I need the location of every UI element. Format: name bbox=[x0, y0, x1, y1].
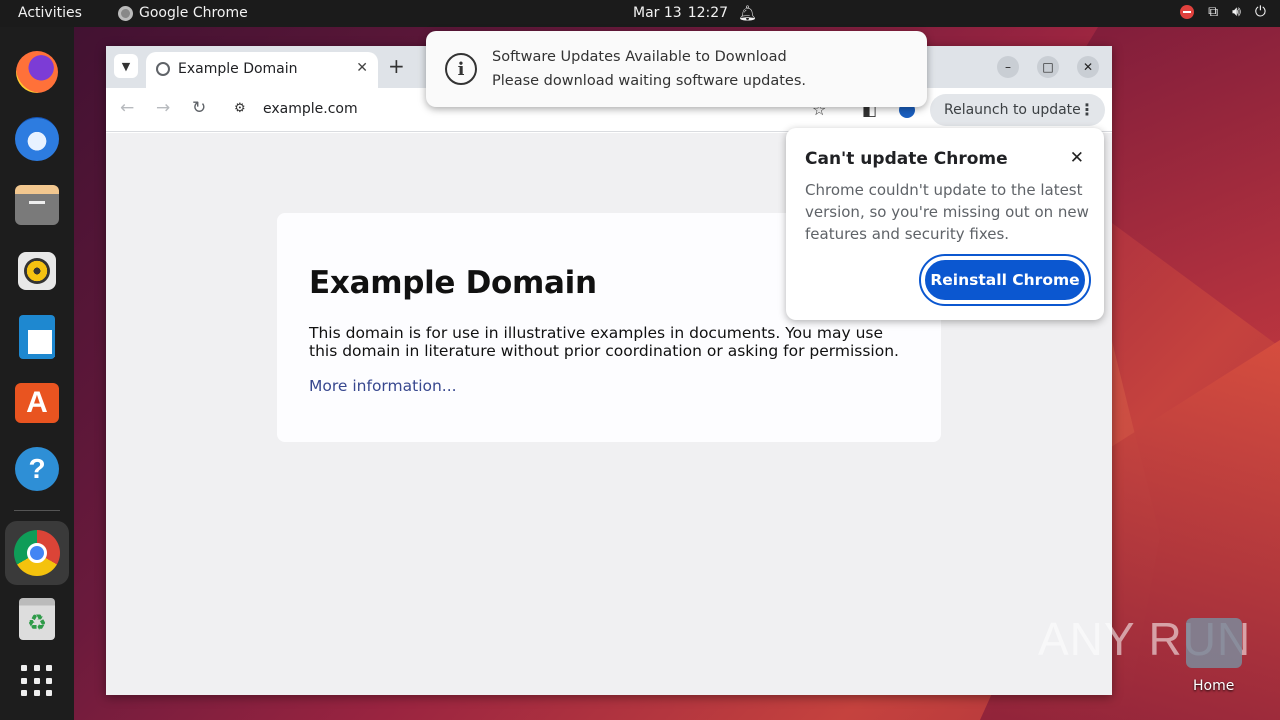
thunderbird-icon bbox=[15, 117, 59, 161]
close-icon[interactable]: ✕ bbox=[1070, 148, 1084, 168]
dock-item-show-apps[interactable] bbox=[13, 657, 61, 705]
tab-title: Example Domain bbox=[178, 61, 298, 77]
window-close-button[interactable]: ✕ bbox=[1077, 56, 1099, 78]
dock: A ? ♻ bbox=[0, 27, 74, 720]
trash-icon: ♻ bbox=[19, 598, 55, 640]
top-bar: Activities Google Chrome Mar 13 12:27 🔔︎… bbox=[0, 0, 1280, 27]
more-information-link[interactable]: More information... bbox=[309, 377, 457, 395]
home-folder-icon[interactable] bbox=[1186, 618, 1242, 668]
app-center-icon: A bbox=[15, 383, 59, 423]
site-info-icon[interactable]: ⚙ bbox=[234, 101, 246, 116]
system-tray[interactable]: ⧉ 🔊︎ ⏻ bbox=[1180, 4, 1266, 20]
relaunch-to-update-button[interactable]: Relaunch to update ⋮ bbox=[930, 94, 1105, 126]
bell-icon[interactable]: 🔔︎ bbox=[738, 4, 757, 22]
dock-item-app-center[interactable]: A bbox=[13, 379, 61, 427]
rhythmbox-icon bbox=[18, 252, 56, 290]
relaunch-label: Relaunch to update bbox=[944, 102, 1081, 118]
dock-item-writer[interactable] bbox=[13, 313, 61, 361]
more-menu-icon[interactable]: ⋮ bbox=[1079, 100, 1095, 119]
maximize-button[interactable]: □ bbox=[1037, 56, 1059, 78]
help-icon: ? bbox=[15, 447, 59, 491]
system-notification[interactable]: i Software Updates Available to Download… bbox=[426, 31, 927, 107]
chevron-down-icon: ▼ bbox=[121, 59, 131, 73]
reinstall-chrome-button[interactable]: Reinstall Chrome bbox=[919, 254, 1091, 306]
dock-item-help[interactable]: ? bbox=[13, 445, 61, 493]
chrome-icon bbox=[14, 530, 60, 576]
dock-item-files[interactable] bbox=[13, 181, 61, 229]
popup-title: Can't update Chrome bbox=[805, 149, 1008, 169]
chrome-icon bbox=[118, 5, 133, 21]
forward-button[interactable]: → bbox=[156, 98, 170, 118]
app-menu-label: Google Chrome bbox=[139, 5, 248, 21]
app-menu[interactable]: Google Chrome bbox=[118, 5, 248, 21]
popup-body: Chrome couldn't update to the latest ver… bbox=[805, 181, 1089, 243]
back-button[interactable]: ← bbox=[120, 98, 134, 118]
reload-button[interactable]: ↻ bbox=[192, 98, 206, 118]
page-heading: Example Domain bbox=[309, 265, 597, 301]
power-icon: ⏻ bbox=[1254, 4, 1266, 20]
writer-icon bbox=[19, 315, 55, 359]
notification-title: Software Updates Available to Download bbox=[492, 49, 787, 65]
notification-body: Please download waiting software updates… bbox=[492, 73, 807, 89]
volume-icon: 🔊︎ bbox=[1232, 4, 1241, 20]
new-tab-button[interactable]: + bbox=[388, 54, 405, 78]
dock-item-trash[interactable]: ♻ bbox=[13, 595, 61, 643]
globe-icon bbox=[156, 62, 170, 76]
tab-example-domain[interactable]: Example Domain ✕ bbox=[146, 52, 378, 88]
page-paragraph: This domain is for use in illustrative e… bbox=[309, 324, 899, 360]
dock-item-chrome[interactable] bbox=[5, 521, 69, 585]
dock-separator bbox=[14, 510, 60, 511]
network-icon: ⧉ bbox=[1208, 4, 1219, 20]
update-error-popup: Can't update Chrome ✕ Chrome couldn't up… bbox=[786, 128, 1104, 320]
clock-time: 12:27 bbox=[687, 5, 729, 21]
minimize-button[interactable]: – bbox=[997, 56, 1019, 78]
tab-search-button[interactable]: ▼ bbox=[114, 54, 138, 78]
close-icon[interactable]: ✕ bbox=[356, 60, 368, 76]
firefox-icon bbox=[16, 51, 58, 93]
show-apps-icon bbox=[21, 665, 53, 697]
dock-item-thunderbird[interactable] bbox=[13, 115, 61, 163]
clock-date: Mar 13 bbox=[633, 5, 682, 21]
address-bar[interactable]: example.com bbox=[263, 101, 358, 117]
files-icon bbox=[15, 185, 59, 225]
dock-item-rhythmbox[interactable] bbox=[13, 247, 61, 295]
clock[interactable]: Mar 13 12:27 bbox=[633, 5, 728, 21]
home-folder-label: Home bbox=[1193, 678, 1235, 694]
activities-button[interactable]: Activities bbox=[18, 5, 82, 21]
dock-item-firefox[interactable] bbox=[13, 48, 61, 96]
info-icon: i bbox=[445, 53, 477, 85]
do-not-disturb-icon bbox=[1180, 5, 1195, 19]
